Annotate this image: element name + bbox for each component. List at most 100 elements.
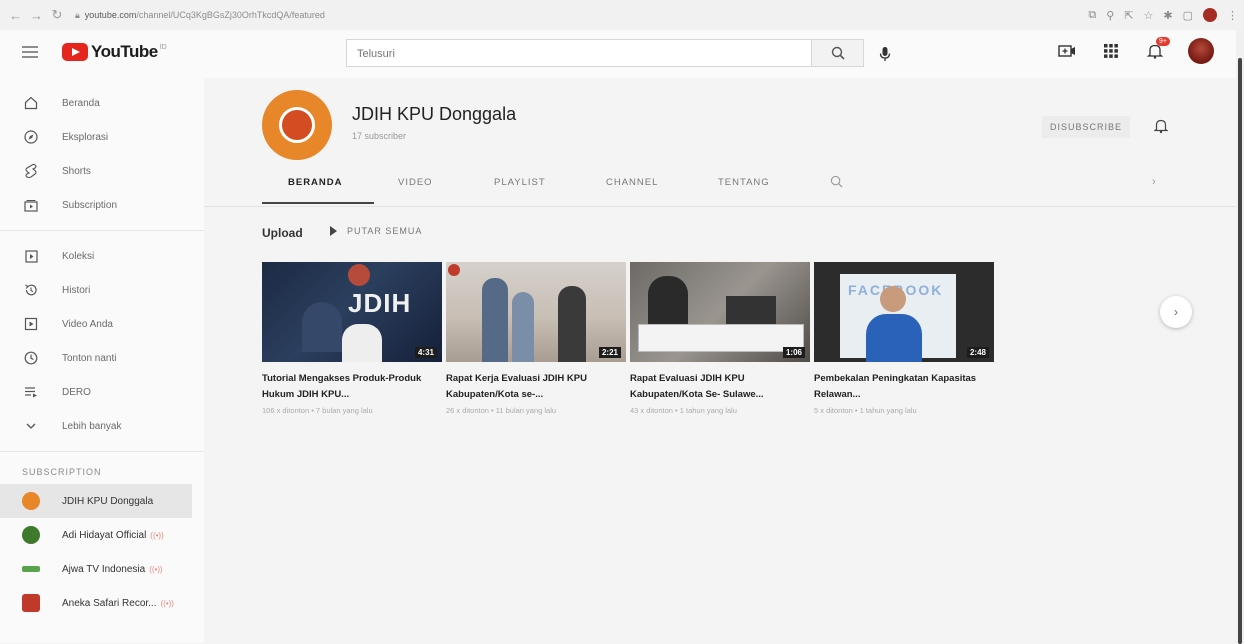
subscription-label: Ajwa TV Indonesia <box>62 563 146 575</box>
video-title[interactable]: Rapat Evaluasi JDIH KPU Kabupaten/Kota S… <box>630 371 806 403</box>
video-thumbnail[interactable]: JDIH 4:31 <box>262 262 442 362</box>
address-bar[interactable]: 🔒︎ youtube.com/channel/UCq3KgBGsZj30OrhT… <box>75 10 325 21</box>
search-input[interactable] <box>355 41 789 67</box>
sidebar-item-video-anda[interactable]: Video Anda <box>0 307 204 341</box>
subscription-item-aneka-safari[interactable]: Aneka Safari Recor... ((•)) <box>0 586 204 620</box>
share-icon[interactable]: ⇱ <box>1124 9 1133 22</box>
sidebar: Beranda Eksplorasi Shorts Subscription K… <box>0 78 204 643</box>
sidebar-item-label: Koleksi <box>62 250 95 262</box>
sidebar-item-tonton-nanti[interactable]: Tonton nanti <box>0 341 204 375</box>
sidebar-divider <box>0 230 204 231</box>
back-icon[interactable]: ← <box>9 8 22 23</box>
sidebar-item-shorts[interactable]: Shorts <box>0 154 204 188</box>
zoom-icon[interactable]: ⚲ <box>1106 9 1114 22</box>
shelf-next-button[interactable]: › <box>1160 296 1192 328</box>
page-scrollbar[interactable] <box>1236 30 1244 644</box>
create-video-button[interactable] <box>1056 40 1078 62</box>
thumbnail-person <box>482 278 508 362</box>
sidebar-item-eksplorasi[interactable]: Eksplorasi <box>0 120 204 154</box>
puzzle-icon[interactable]: ✱ <box>1163 9 1172 22</box>
sidebar-item-label: Shorts <box>62 165 91 177</box>
scrollbar-thumb[interactable] <box>1238 58 1242 644</box>
sidepanel-icon[interactable]: ▢ <box>1183 9 1193 22</box>
masthead-actions: 9+ <box>1056 37 1214 64</box>
video-metadata: 43 x ditonton • 1 tahun yang lalu <box>630 406 737 415</box>
video-duration: 1:06 <box>782 347 805 358</box>
sidebar-item-lebih-banyak[interactable]: Lebih banyak <box>0 409 204 443</box>
live-indicator-icon: ((•)) <box>149 564 163 574</box>
notification-count-badge: 9+ <box>1156 37 1170 46</box>
apps-grid-icon <box>1104 44 1118 58</box>
account-avatar[interactable] <box>1188 38 1214 64</box>
logo-country-code: ID <box>159 43 167 51</box>
subscription-item-ajwa-tv[interactable]: Ajwa TV Indonesia ((•)) <box>0 552 204 586</box>
youtube-play-icon <box>62 43 88 61</box>
subscription-label: Aneka Safari Recor... <box>62 597 157 609</box>
sidebar-item-label: Video Anda <box>62 318 113 330</box>
video-card[interactable]: 2:21 Rapat Kerja Evaluasi JDIH KPU Kabup… <box>446 262 626 415</box>
video-card[interactable]: JDIH 4:31 Tutorial Mengakses Produk-Prod… <box>262 262 442 415</box>
play-all-button[interactable]: PUTAR SEMUA <box>330 226 422 236</box>
uploads-heading[interactable]: Upload <box>262 226 303 240</box>
browser-menu-icon[interactable]: ⋮ <box>1227 9 1238 22</box>
subscription-item-adi-hidayat[interactable]: Adi Hidayat Official ((•)) <box>0 518 204 552</box>
tabs-scroll-right-icon[interactable]: › <box>1152 176 1156 188</box>
sidebar-item-beranda[interactable]: Beranda <box>0 86 204 120</box>
sidebar-item-label: Lebih banyak <box>62 420 122 432</box>
browser-profile-avatar[interactable] <box>1203 8 1217 22</box>
video-title[interactable]: Rapat Kerja Evaluasi JDIH KPU Kabupaten/… <box>446 371 622 403</box>
bookmark-star-icon[interactable]: ☆ <box>1144 9 1154 22</box>
create-video-icon <box>1058 45 1075 57</box>
sidebar-item-label: Subscription <box>62 199 118 211</box>
thumbnail-logo <box>448 264 460 276</box>
search-button[interactable] <box>812 39 864 67</box>
video-thumbnail[interactable]: 1:06 <box>630 262 810 362</box>
thumbnail-person <box>342 324 382 362</box>
subscription-label: JDIH KPU Donggala <box>62 495 154 507</box>
microphone-icon[interactable] <box>878 46 892 62</box>
notifications-button[interactable]: 9+ <box>1144 37 1170 62</box>
channel-notification-bell-icon[interactable] <box>1154 118 1168 134</box>
video-thumbnail[interactable]: FACEBOOK 2:48 <box>814 262 994 362</box>
sidebar-divider <box>0 451 204 452</box>
video-card[interactable]: 1:06 Rapat Evaluasi JDIH KPU Kabupaten/K… <box>630 262 810 415</box>
extension-icon[interactable]: ⧉ <box>1088 9 1096 22</box>
video-thumbnail[interactable]: 2:21 <box>446 262 626 362</box>
sidebar-item-dero[interactable]: DERO <box>0 375 204 409</box>
reload-icon[interactable]: ↻ <box>51 7 63 23</box>
video-card[interactable]: FACEBOOK 2:48 Pembekalan Peningkatan Kap… <box>814 262 994 415</box>
live-indicator-icon: ((•)) <box>160 598 174 608</box>
sidebar-item-histori[interactable]: Histori <box>0 273 204 307</box>
subscription-label: Adi Hidayat Official <box>62 529 147 541</box>
forward-icon[interactable]: → <box>30 8 43 23</box>
search-box <box>346 39 812 67</box>
apps-button[interactable] <box>1100 40 1122 62</box>
channel-avatar <box>22 594 40 612</box>
tab-tentang[interactable]: TENTANG <box>692 176 792 204</box>
channel-avatar-large <box>262 90 332 160</box>
tabs-divider <box>204 206 1236 207</box>
subscription-item-jdih-kpu-donggala[interactable]: JDIH KPU Donggala <box>0 484 192 518</box>
youtube-logo[interactable]: YouTube ID <box>62 42 167 62</box>
chevron-right-icon: › <box>1174 305 1178 319</box>
play-all-label: PUTAR SEMUA <box>347 226 423 236</box>
sidebar-item-koleksi[interactable]: Koleksi <box>0 239 204 273</box>
tab-video[interactable]: VIDEO <box>374 176 466 204</box>
tab-beranda[interactable]: BERANDA <box>262 176 374 204</box>
unsubscribe-button[interactable]: DISUBSCRIBE <box>1042 116 1131 138</box>
logo-text: YouTube <box>91 42 158 61</box>
video-title[interactable]: Tutorial Mengakses Produk-Produk Hukum J… <box>262 371 438 403</box>
thumbnail-caption-box <box>638 324 804 352</box>
url-host: youtube.com <box>84 10 137 20</box>
hamburger-menu-icon[interactable] <box>22 46 38 58</box>
video-duration: 2:21 <box>598 347 621 358</box>
history-icon <box>22 281 40 299</box>
thumbnail-person <box>866 314 922 362</box>
channel-logo-globe <box>279 107 315 143</box>
tab-channel[interactable]: CHANNEL <box>576 176 692 204</box>
video-title[interactable]: Pembekalan Peningkatan Kapasitas Relawan… <box>814 371 990 403</box>
sidebar-item-subscription[interactable]: Subscription <box>0 188 204 222</box>
video-duration: 4:31 <box>414 347 437 358</box>
channel-search-icon[interactable] <box>830 175 843 188</box>
tab-playlist[interactable]: PLAYLIST <box>466 176 576 204</box>
